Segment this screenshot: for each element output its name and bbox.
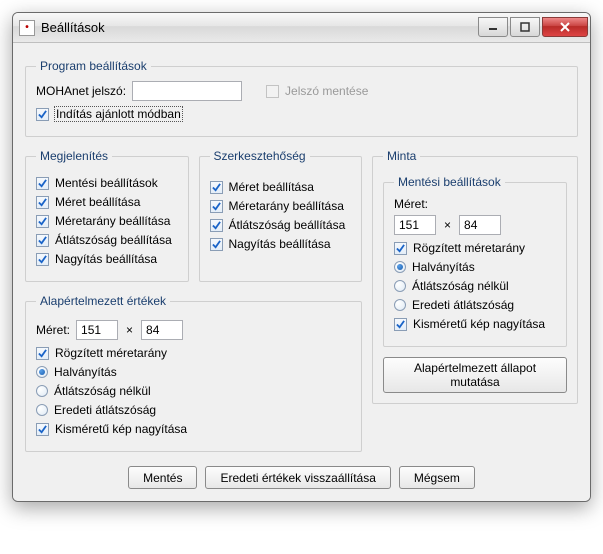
times-symbol: × xyxy=(442,218,453,232)
sample-size-label: Méret: xyxy=(394,197,556,211)
recommended-mode-label: Indítás ajánlott módban xyxy=(55,107,182,121)
password-input[interactable] xyxy=(132,81,242,101)
program-settings-legend: Program beállítások xyxy=(36,59,151,73)
sample-radio-1-label: Átlátszóság nélkül xyxy=(412,279,509,293)
display-legend: Megjelenítés xyxy=(36,149,112,163)
sample-radio-2[interactable] xyxy=(394,299,406,311)
sample-radio-0-label: Halványítás xyxy=(412,260,475,274)
sample-fixed-ratio-checkbox[interactable] xyxy=(394,242,407,255)
display-opt-1-checkbox[interactable] xyxy=(36,196,49,209)
edit-opt-0-label: Méret beállítása xyxy=(229,180,314,194)
defaults-radio-1[interactable] xyxy=(36,385,48,397)
password-label: MOHAnet jelszó: xyxy=(36,84,126,98)
defaults-size-label: Méret: xyxy=(36,323,70,337)
defaults-radio-1-label: Átlátszóság nélkül xyxy=(54,384,151,398)
display-opt-3-checkbox[interactable] xyxy=(36,234,49,247)
save-password-checkbox xyxy=(266,85,279,98)
sample-legend: Minta xyxy=(383,149,420,163)
save-password-label: Jelszó mentése xyxy=(285,84,368,98)
edit-opt-0-checkbox[interactable] xyxy=(210,181,223,194)
display-opt-1-label: Méret beállítása xyxy=(55,195,140,209)
titlebar[interactable]: • Beállítások xyxy=(13,13,590,43)
recommended-mode-checkbox[interactable] xyxy=(36,108,49,121)
display-opt-2-label: Méretarány beállítása xyxy=(55,214,170,228)
defaults-small-zoom-label: Kisméretű kép nagyítása xyxy=(55,422,187,436)
sample-radio-1[interactable] xyxy=(394,280,406,292)
sample-group: Minta Mentési beállítások Méret: × Rögzí… xyxy=(372,149,578,404)
sample-save-legend: Mentési beállítások xyxy=(394,175,505,189)
defaults-small-zoom-checkbox[interactable] xyxy=(36,423,49,436)
cancel-button[interactable]: Mégsem xyxy=(399,466,475,489)
window-title: Beállítások xyxy=(41,20,477,35)
display-opt-3-label: Átlátszóság beállítása xyxy=(55,233,172,247)
defaults-radio-0[interactable] xyxy=(36,366,48,378)
defaults-height-input[interactable] xyxy=(141,320,183,340)
defaults-group: Alapértelmezett értékek Méret: × Rögzíte… xyxy=(25,294,362,452)
edit-legend: Szerkesztehőség xyxy=(210,149,310,163)
defaults-legend: Alapértelmezett értékek xyxy=(36,294,170,308)
sample-save-group: Mentési beállítások Méret: × Rögzített m… xyxy=(383,175,567,347)
display-opt-0-checkbox[interactable] xyxy=(36,177,49,190)
save-button[interactable]: Mentés xyxy=(128,466,197,489)
defaults-fixed-ratio-label: Rögzített méretarány xyxy=(55,346,167,360)
sample-small-zoom-checkbox[interactable] xyxy=(394,318,407,331)
defaults-fixed-ratio-checkbox[interactable] xyxy=(36,347,49,360)
edit-opt-1-checkbox[interactable] xyxy=(210,200,223,213)
sample-width-input[interactable] xyxy=(394,215,436,235)
edit-opt-3-label: Nagyítás beállítása xyxy=(229,237,331,251)
settings-window: • Beállítások Program beállítások MOHAne… xyxy=(12,12,591,502)
display-opt-4-label: Nagyítás beállítása xyxy=(55,252,157,266)
sample-height-input[interactable] xyxy=(459,215,501,235)
app-icon: • xyxy=(19,20,35,36)
display-opt-4-checkbox[interactable] xyxy=(36,253,49,266)
edit-group: Szerkesztehőség Méret beállítása Méretar… xyxy=(199,149,363,282)
times-symbol: × xyxy=(124,323,135,337)
defaults-radio-0-label: Halványítás xyxy=(54,365,117,379)
display-opt-2-checkbox[interactable] xyxy=(36,215,49,228)
defaults-radio-2-label: Eredeti átlátszóság xyxy=(54,403,156,417)
display-group: Megjelenítés Mentési beállítások Méret b… xyxy=(25,149,189,282)
edit-opt-1-label: Méretarány beállítása xyxy=(229,199,344,213)
program-settings-group: Program beállítások MOHAnet jelszó: Jels… xyxy=(25,59,578,137)
defaults-radio-2[interactable] xyxy=(36,404,48,416)
sample-fixed-ratio-label: Rögzített méretarány xyxy=(413,241,525,255)
minimize-button[interactable] xyxy=(478,17,508,37)
show-default-state-button[interactable]: Alapértelmezett állapot mutatása xyxy=(383,357,567,393)
edit-opt-2-checkbox[interactable] xyxy=(210,219,223,232)
defaults-width-input[interactable] xyxy=(76,320,118,340)
maximize-button[interactable] xyxy=(510,17,540,37)
sample-small-zoom-label: Kisméretű kép nagyítása xyxy=(413,317,545,331)
reset-button[interactable]: Eredeti értékek visszaállítása xyxy=(205,466,390,489)
edit-opt-2-label: Átlátszóság beállítása xyxy=(229,218,346,232)
edit-opt-3-checkbox[interactable] xyxy=(210,238,223,251)
display-opt-0-label: Mentési beállítások xyxy=(55,176,158,190)
close-button[interactable] xyxy=(542,17,588,37)
sample-radio-2-label: Eredeti átlátszóság xyxy=(412,298,514,312)
sample-radio-0[interactable] xyxy=(394,261,406,273)
